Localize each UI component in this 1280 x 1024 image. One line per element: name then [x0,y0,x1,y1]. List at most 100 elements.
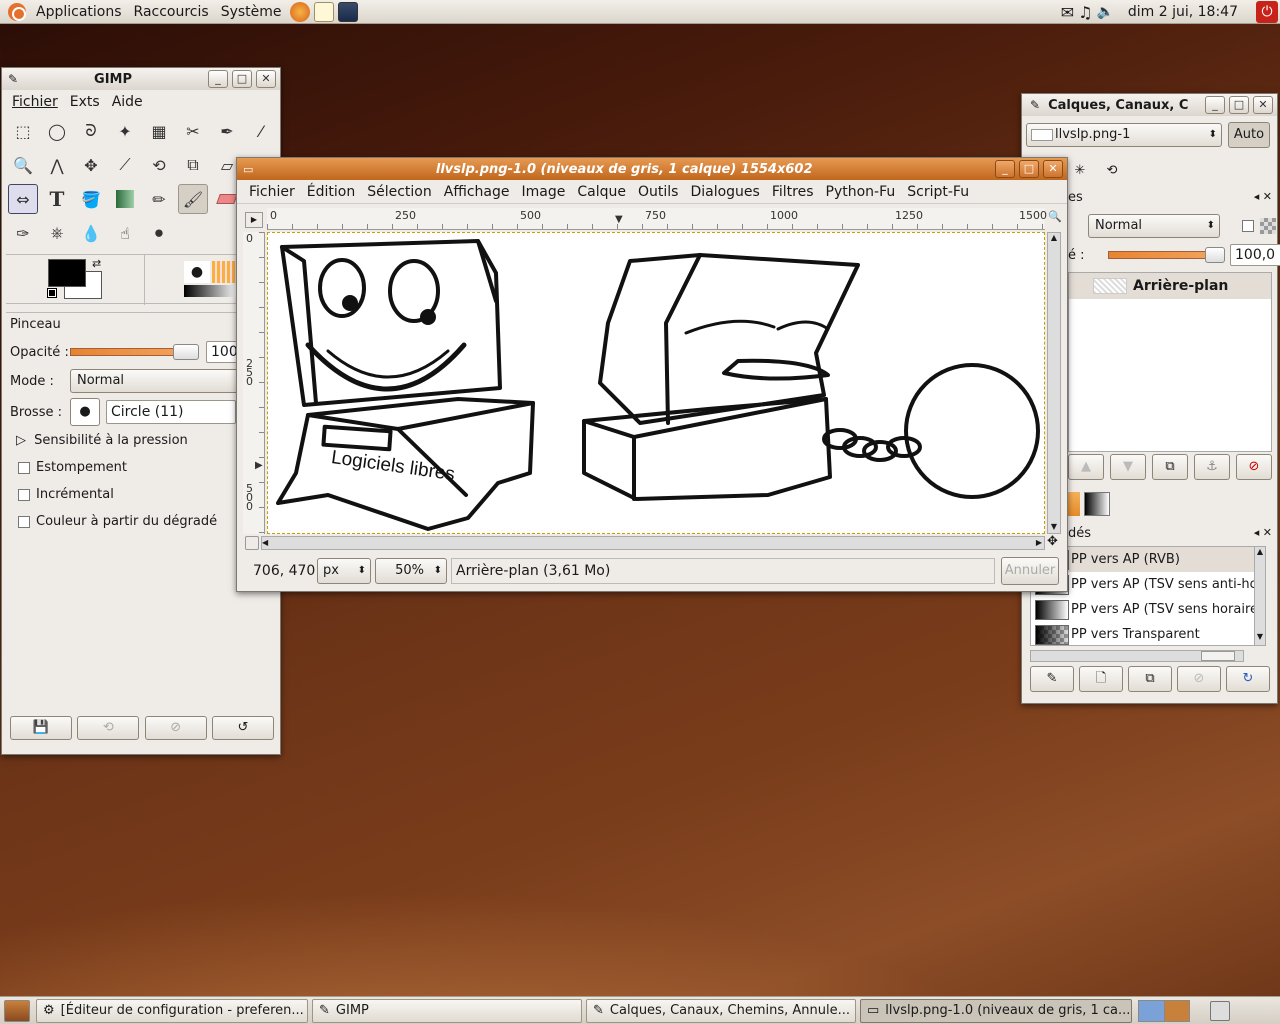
mail-icon[interactable]: ✉ [1061,3,1074,22]
zoom-to-fit-icon[interactable]: 🔍 [1047,210,1063,226]
maximize-button[interactable]: □ [1229,96,1249,114]
music-icon[interactable]: ♫ [1078,3,1092,22]
close-button[interactable]: ✕ [1253,96,1273,114]
maximize-button[interactable]: □ [232,70,252,88]
close-button[interactable]: ✕ [1043,160,1063,178]
navigate-icon[interactable]: ✥ [1047,535,1061,550]
incremental-checkbox[interactable] [18,488,30,501]
delete-gradient-button[interactable]: ⊘ [1177,666,1221,692]
task-config-editor[interactable]: ⚙ [Éditeur de configuration - preferen... [36,998,308,1023]
workspace-switcher[interactable] [1138,999,1190,1022]
menu-raccourcis[interactable]: Raccourcis [128,0,215,24]
bucket-fill-icon[interactable]: 🪣 [76,184,106,214]
delete-options-button[interactable]: ⊘ [144,716,207,740]
canvas-area[interactable]: Logiciels libres [267,232,1045,534]
zoom-icon[interactable]: 🔍 [8,150,38,180]
fade-checkbox[interactable] [18,461,30,474]
layer-opacity-slider[interactable] [1108,247,1225,263]
paintbrush-icon[interactable]: 🖌 [178,184,208,214]
measure-icon[interactable]: ⋀ [42,150,72,180]
vertical-scrollbar[interactable]: ▲ ▼ [1047,232,1061,534]
refresh-gradients-button[interactable]: ↻ [1226,666,1270,692]
opacity-slider[interactable] [70,344,199,360]
workspace-1[interactable] [1139,1000,1165,1021]
gradient-item[interactable]: PP vers AP (TSV sens horaire [1031,597,1265,622]
lasso-icon[interactable]: ᘐ [76,116,106,146]
menu-fichier[interactable]: Fichier [6,94,64,110]
layers-titlebar[interactable]: ✎ Calques, Canaux, C _ □ ✕ [1022,94,1277,116]
blend-icon[interactable] [110,184,140,214]
trash-icon[interactable] [1210,1000,1230,1021]
tab-paths-icon[interactable]: ⟲ [1098,158,1126,184]
smudge-icon[interactable]: ☝ [110,218,140,248]
default-colors-icon[interactable] [47,288,57,298]
foreground-color-swatch[interactable] [48,259,86,287]
quick-mask-toggle[interactable] [245,536,259,550]
menu-applications[interactable]: Applications [30,0,128,24]
zoom-dropdown[interactable]: 50% ⬍ [375,558,447,584]
pattern-indicator-icon[interactable] [212,261,238,283]
color-picker-icon[interactable]: ⁄ [246,116,276,146]
reset-options-button[interactable]: ↺ [211,716,274,740]
clock[interactable]: dim 2 jui, 18:47 [1128,4,1238,20]
layer-mode-dropdown[interactable]: Normal ⬍ [1088,214,1220,238]
menu-selection[interactable]: Sélection [361,184,438,200]
unit-dropdown[interactable]: px ⬍ [317,558,371,584]
airbrush-icon[interactable]: ✑ [8,218,38,248]
panel-close-icon[interactable]: ◂ ✕ [1254,526,1272,541]
image-titlebar[interactable]: ▭ llvslp.png-1.0 (niveaux de gris, 1 cal… [237,158,1067,180]
task-layers[interactable]: ✎ Calques, Canaux, Chemins, Annule... [586,998,856,1023]
layer-opacity-handle[interactable] [1205,247,1225,263]
layer-row[interactable]: Arrière-plan [1069,273,1271,299]
dodge-burn-icon[interactable]: ⚫ [144,218,174,248]
gradient-indicator-icon[interactable] [184,285,238,297]
swap-colors-icon[interactable]: ⇄ [92,257,101,270]
ellipse-select-icon[interactable]: ◯ [42,116,72,146]
task-gimp[interactable]: ✎ GIMP [312,998,582,1023]
color-select-icon[interactable]: ▦ [144,116,174,146]
menu-python-fu[interactable]: Python-Fu [820,184,902,200]
image-select-dropdown[interactable]: llvslp.png-1 ⬍ [1026,123,1222,147]
close-button[interactable]: ✕ [256,70,276,88]
scale-icon[interactable]: ⧉ [178,150,208,180]
text-icon[interactable]: T [42,184,72,214]
system-monitor-launcher-icon[interactable] [337,1,358,22]
lock-alpha-checkbox[interactable] [1242,220,1254,232]
duplicate-gradient-button[interactable]: ⧉ [1128,666,1172,692]
crop-icon[interactable]: ⟋ [110,150,140,180]
menu-outils[interactable]: Outils [632,184,684,200]
scissors-icon[interactable]: ✂ [178,116,208,146]
move-icon[interactable]: ✥ [76,150,106,180]
gradient-vscrollbar[interactable]: ▲ ▼ [1254,546,1266,646]
maximize-button[interactable]: □ [1019,160,1039,178]
cancel-button[interactable]: Annuler [1001,557,1059,585]
volume-icon[interactable]: 🔈 [1096,4,1113,20]
lower-layer-button[interactable]: ▼ [1110,454,1146,480]
menu-edition[interactable]: Édition [301,184,361,200]
panel-close-icon[interactable]: ◂ ✕ [1254,190,1272,205]
menu-script-fu[interactable]: Script-Fu [901,184,975,200]
delete-layer-button[interactable]: ⊘ [1236,454,1272,480]
rect-select-icon[interactable]: ⬚ [8,116,38,146]
tab-palette-icon[interactable] [1066,492,1080,516]
gradient-item[interactable]: PP vers Transparent [1031,622,1265,645]
menu-aide[interactable]: Aide [106,94,149,110]
power-icon[interactable]: ⏻ [1256,1,1278,23]
workspace-2[interactable] [1164,1000,1189,1021]
restore-options-button[interactable]: ⟲ [77,716,140,740]
menu-dialogues[interactable]: Dialogues [684,184,765,200]
gradient-hscrollbar[interactable] [1030,650,1244,662]
text-editor-launcher-icon[interactable] [313,1,334,22]
blur-icon[interactable]: 💧 [76,218,106,248]
tab-channels-icon[interactable]: ✳ [1066,158,1094,184]
menu-affichage[interactable]: Affichage [438,184,516,200]
show-desktop-icon[interactable] [4,999,30,1022]
edit-gradient-button[interactable]: ✎ [1030,666,1074,692]
minimize-button[interactable]: _ [1205,96,1225,114]
opacity-input[interactable]: 100,0 [206,341,240,363]
anchor-layer-button[interactable]: ⚓ [1194,454,1230,480]
flip-icon[interactable]: ⇔ [8,184,38,214]
opacity-slider-handle[interactable] [173,344,199,360]
save-options-button[interactable]: 💾 [10,716,72,740]
new-gradient-button[interactable]: 🗋 [1079,666,1123,692]
